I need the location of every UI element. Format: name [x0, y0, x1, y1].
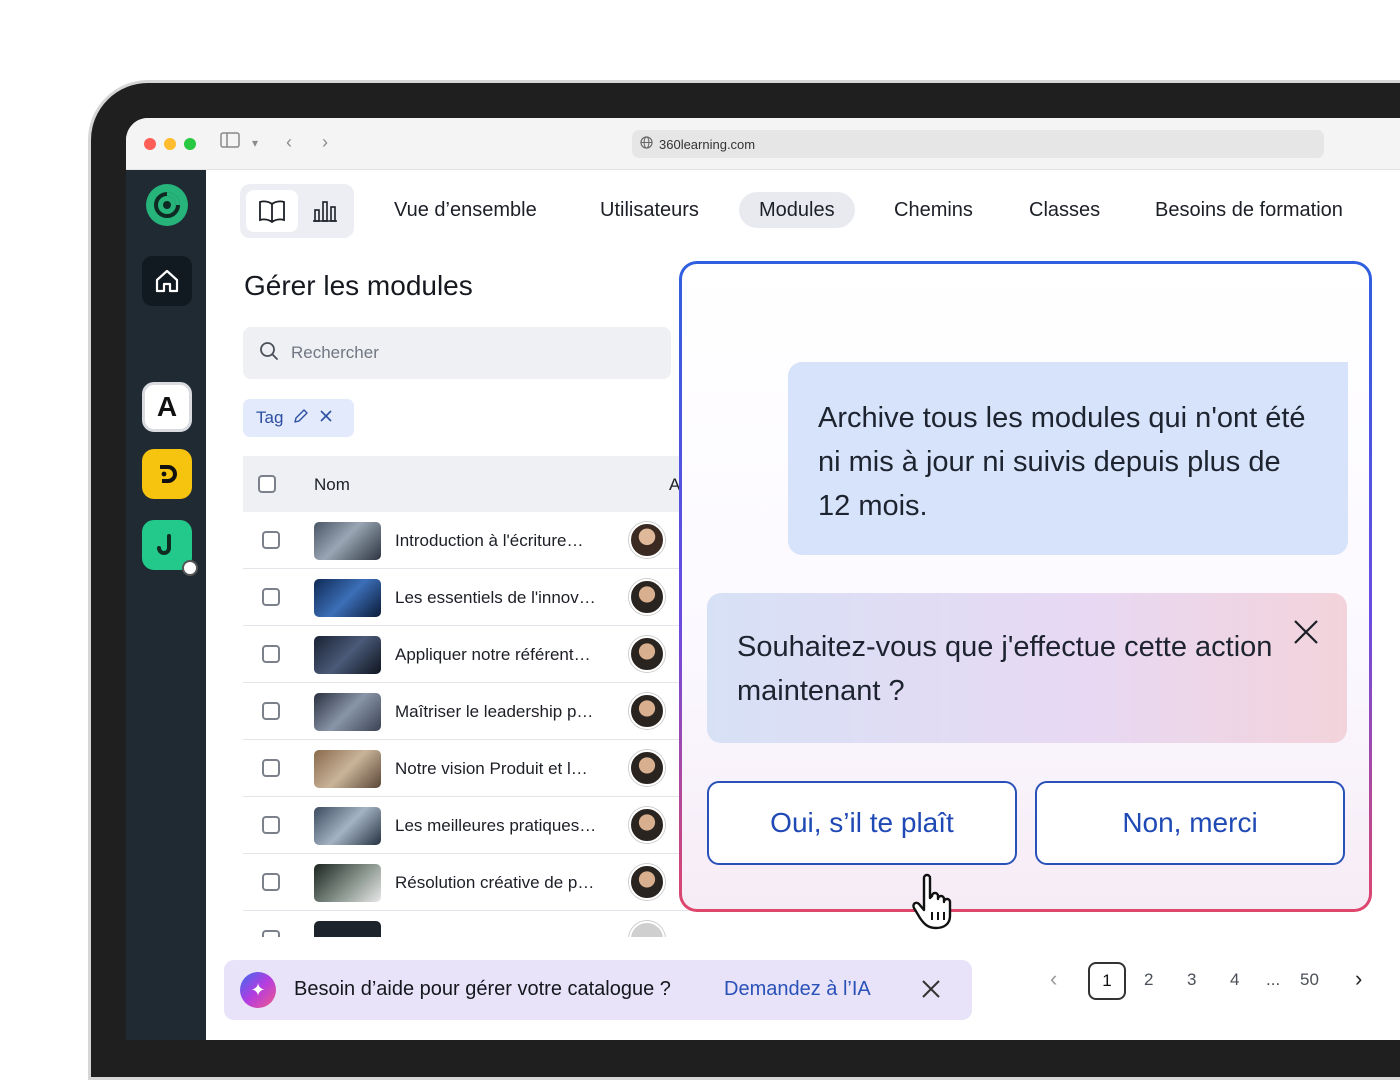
tab-overview[interactable]: Vue d’ensemble	[374, 192, 557, 228]
assistant-message-bubble: Souhaitez-vous que j'effectue cette acti…	[707, 593, 1347, 743]
next-page-icon[interactable]: ›	[1355, 966, 1362, 992]
tab-training-needs[interactable]: Besoins de formation	[1135, 192, 1363, 228]
search-input[interactable]: Rechercher	[243, 327, 671, 379]
tab-users[interactable]: Utilisateurs	[580, 192, 719, 228]
tab-modules[interactable]: Modules	[739, 192, 855, 228]
back-icon[interactable]: ‹	[286, 132, 292, 153]
search-icon	[259, 341, 279, 366]
assistant-message-text: Souhaitez-vous que j'effectue cette acti…	[737, 631, 1273, 707]
ask-ai-link[interactable]: Demandez à l’IA	[724, 978, 871, 1001]
module-name[interactable]: Les essentiels de l'innov…	[395, 588, 596, 608]
row-checkbox[interactable]	[262, 816, 280, 834]
avatar	[629, 522, 665, 558]
app-a-icon[interactable]: A	[142, 382, 192, 432]
decline-button[interactable]: Non, merci	[1035, 781, 1345, 865]
column-name[interactable]: Nom	[314, 475, 350, 495]
home-icon[interactable]	[142, 256, 192, 306]
avatar	[629, 750, 665, 786]
row-checkbox[interactable]	[262, 588, 280, 606]
page-button-current[interactable]: 1	[1088, 962, 1126, 1000]
url-text: 360learning.com	[659, 136, 756, 152]
module-name[interactable]: Résolution créative de p…	[395, 873, 594, 893]
tag-filter-chip[interactable]: Tag	[243, 399, 354, 437]
close-icon[interactable]	[1289, 615, 1323, 649]
row-checkbox[interactable]	[262, 702, 280, 720]
table-row[interactable]	[243, 911, 803, 937]
select-all-checkbox[interactable]	[258, 475, 276, 493]
app-yellow-icon[interactable]	[142, 449, 192, 499]
app-sidebar: A	[126, 170, 206, 1040]
close-window-button[interactable]	[144, 138, 156, 150]
ai-assistant-dialog: Archive tous les modules qui n'ont été n…	[679, 261, 1372, 912]
book-icon[interactable]	[246, 190, 298, 232]
page-title: Gérer les modules	[244, 270, 473, 301]
prev-page-icon[interactable]: ‹	[1050, 966, 1057, 992]
tag-filter-label: Tag	[256, 408, 284, 427]
close-icon[interactable]	[319, 408, 333, 428]
module-name[interactable]: Introduction à l'écriture…	[395, 531, 583, 551]
forward-icon[interactable]: ›	[322, 132, 328, 153]
avatar	[629, 807, 665, 843]
row-checkbox[interactable]	[262, 873, 280, 891]
page-button[interactable]: 4	[1230, 970, 1239, 990]
module-thumbnail	[314, 807, 381, 845]
user-message-bubble: Archive tous les modules qui n'ont été n…	[788, 362, 1348, 555]
bar-chart-icon[interactable]	[300, 190, 350, 232]
module-thumbnail	[314, 864, 381, 902]
row-checkbox[interactable]	[262, 930, 280, 937]
close-icon[interactable]	[920, 978, 942, 1006]
module-thumbnail	[314, 921, 381, 937]
avatar	[629, 864, 665, 900]
avatar	[629, 693, 665, 729]
zoom-window-button[interactable]	[184, 138, 196, 150]
ai-dialog-body: Archive tous les modules qui n'ont été n…	[682, 264, 1369, 909]
page-button[interactable]: 2	[1144, 970, 1153, 990]
tab-paths[interactable]: Chemins	[874, 192, 993, 228]
clock-icon	[182, 560, 198, 576]
app-green-icon[interactable]	[142, 520, 198, 576]
browser-toolbar: ▾ ‹ › 360learning.com	[126, 118, 1400, 170]
ai-help-banner: ✦ Besoin d’aide pour gérer votre catalog…	[224, 960, 972, 1020]
page-button[interactable]: 3	[1187, 970, 1196, 990]
module-name[interactable]: Les meilleures pratiques…	[395, 816, 596, 836]
sparkle-icon: ✦	[240, 972, 276, 1008]
edit-icon[interactable]	[293, 408, 309, 429]
logo-icon[interactable]	[146, 184, 188, 226]
module-name[interactable]: Appliquer notre référent…	[395, 645, 591, 665]
module-name[interactable]: Maîtriser le leadership p…	[395, 702, 593, 722]
sidebar-toggle-icon[interactable]	[220, 132, 240, 153]
row-checkbox[interactable]	[262, 645, 280, 663]
search-placeholder: Rechercher	[291, 343, 379, 362]
chevron-down-icon[interactable]: ▾	[252, 136, 258, 150]
ai-help-text: Besoin d’aide pour gérer votre catalogue…	[294, 978, 671, 1000]
view-toggle	[240, 184, 354, 238]
row-checkbox[interactable]	[262, 531, 280, 549]
avatar	[629, 636, 665, 672]
hand-cursor-icon	[912, 873, 952, 930]
module-thumbnail	[314, 579, 381, 617]
address-bar[interactable]: 360learning.com	[632, 130, 1324, 158]
confirm-button[interactable]: Oui, s’il te plaît	[707, 781, 1017, 865]
tab-classes[interactable]: Classes	[1009, 192, 1120, 228]
module-thumbnail	[314, 693, 381, 731]
globe-icon	[640, 136, 653, 152]
module-thumbnail	[314, 636, 381, 674]
module-thumbnail	[314, 522, 381, 560]
page-ellipsis: ...	[1266, 970, 1281, 989]
avatar	[629, 579, 665, 615]
module-name[interactable]: Notre vision Produit et l…	[395, 759, 588, 779]
page-button[interactable]: 50	[1300, 970, 1319, 990]
minimize-window-button[interactable]	[164, 138, 176, 150]
avatar	[629, 921, 665, 937]
row-checkbox[interactable]	[262, 759, 280, 777]
module-thumbnail	[314, 750, 381, 788]
